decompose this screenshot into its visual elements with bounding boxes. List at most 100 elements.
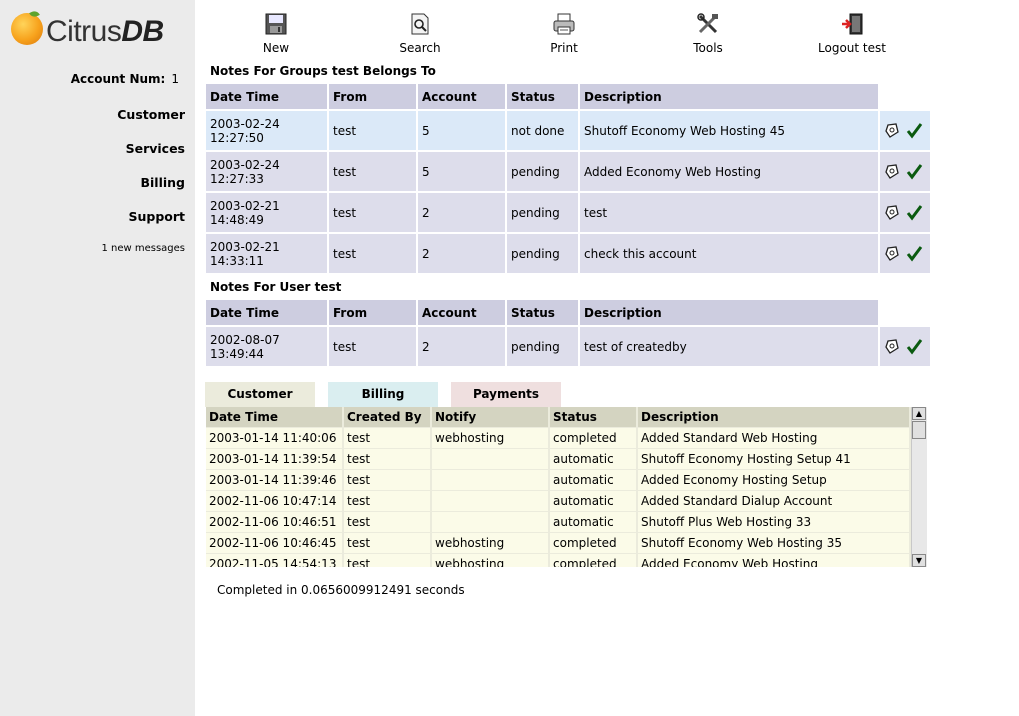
cell-from: test (329, 111, 418, 152)
table-row[interactable]: 2002-11-05 14:54:13 test webhosting comp… (206, 554, 911, 567)
cell-description: Shutoff Economy Hosting Setup 41 (638, 449, 911, 470)
table-row[interactable]: 2002-08-07 13:49:44 test 2 pending test o… (206, 327, 932, 368)
cell-status: pending (507, 234, 580, 275)
history-scrollbar[interactable]: ▲ ▼ (911, 407, 927, 567)
table-row[interactable]: 2003-01-14 11:39:46 test automatic Added… (206, 470, 911, 491)
cell-date-time: 2002-11-06 10:46:51 (206, 512, 344, 533)
customer-history-panel[interactable]: Date Time Created By Notify Status Descr… (206, 407, 926, 567)
table-row[interactable]: 2002-11-06 10:46:45 test webhosting comp… (206, 533, 911, 554)
cell-notify (432, 470, 550, 491)
sidebar-item-billing[interactable]: Billing (140, 175, 185, 190)
new-messages-link[interactable]: 1 new messages (101, 243, 185, 254)
table-row[interactable]: 2003-01-14 11:39:54 test automatic Shuto… (206, 449, 911, 470)
group-notes-title: Notes For Groups test Belongs To (210, 64, 436, 78)
cell-date-time: 2002-11-06 10:46:45 (206, 533, 344, 554)
checkmark-icon[interactable] (906, 163, 923, 180)
magnifier-document-icon (411, 13, 429, 35)
checkmark-icon[interactable] (906, 122, 923, 139)
cell-notify (432, 512, 550, 533)
col-notify: Notify (432, 407, 550, 428)
col-account: Account (418, 300, 507, 327)
table-row[interactable]: 2002-11-06 10:46:51 test automatic Shuto… (206, 512, 911, 533)
col-description: Description (580, 84, 880, 111)
logout-button[interactable]: Logout test (802, 10, 902, 55)
col-account: Account (418, 84, 507, 111)
history-table: Date Time Created By Notify Status Descr… (206, 407, 911, 567)
tab-billing[interactable]: Billing (328, 382, 438, 407)
cell-status: completed (550, 533, 638, 554)
cell-description: Shutoff Economy Web Hosting 35 (638, 533, 911, 554)
cell-description: check this account (580, 234, 880, 275)
table-row[interactable]: 2002-11-06 10:47:14 test automatic Added… (206, 491, 911, 512)
table-row[interactable]: 2003-01-14 11:40:06 test webhosting comp… (206, 428, 911, 449)
edit-note-icon[interactable] (884, 163, 901, 180)
logout-label: Logout test (818, 41, 886, 55)
cell-description: Shutoff Economy Web Hosting 45 (580, 111, 880, 152)
tab-payments[interactable]: Payments (451, 382, 561, 407)
cell-from: test (329, 152, 418, 193)
edit-note-icon[interactable] (884, 204, 901, 221)
table-row[interactable]: 2003-02-24 12:27:33 test 5 pending Added … (206, 152, 932, 193)
checkmark-icon[interactable] (906, 338, 923, 355)
new-button[interactable]: New (226, 10, 326, 55)
edit-note-icon[interactable] (884, 122, 901, 139)
sidebar-item-services[interactable]: Services (126, 141, 185, 156)
tools-icon (697, 13, 718, 34)
row-actions (880, 152, 932, 193)
table-row[interactable]: 2003-02-21 14:33:11 test 2 pending check … (206, 234, 932, 275)
cell-date-time: 2003-01-14 11:39:46 (206, 470, 344, 491)
cell-notify (432, 491, 550, 512)
checkmark-icon[interactable] (906, 245, 923, 262)
tools-button[interactable]: Tools (658, 10, 758, 55)
print-label: Print (550, 41, 578, 55)
checkmark-icon[interactable] (906, 204, 923, 221)
sidebar-item-support[interactable]: Support (128, 209, 185, 224)
sidebar: CitrusDB Account Num: 1 Customer Services… (0, 0, 195, 716)
tab-customer[interactable]: Customer (205, 382, 315, 407)
table-header-row: Date Time From Account Status Descriptio… (206, 300, 932, 327)
table-row[interactable]: 2003-02-24 12:27:50 test 5 not done Shuto… (206, 111, 932, 152)
table-row[interactable]: 2003-02-21 14:48:49 test 2 pending test (206, 193, 932, 234)
col-status: Status (550, 407, 638, 428)
logo-text-bold: DB (121, 15, 164, 48)
search-button[interactable]: Search (370, 10, 470, 55)
cell-date-time: 2003-01-14 11:39:54 (206, 449, 344, 470)
cell-from: test (329, 193, 418, 234)
search-label: Search (399, 41, 441, 55)
col-description: Description (638, 407, 911, 428)
cell-description: Shutoff Plus Web Hosting 33 (638, 512, 911, 533)
cell-from: test (329, 327, 418, 368)
col-status: Status (507, 300, 580, 327)
col-date-time: Date Time (206, 300, 329, 327)
cell-status: completed (550, 428, 638, 449)
cell-date-time: 2003-02-24 12:27:50 (206, 111, 329, 152)
sidebar-item-customer[interactable]: Customer (117, 107, 185, 122)
citrusdb-logo[interactable]: CitrusDB (11, 9, 186, 51)
edit-note-icon[interactable] (884, 338, 901, 355)
cell-created-by: test (344, 533, 432, 554)
table-header-row: Date Time From Account Status Descriptio… (206, 84, 932, 111)
scrollbar-thumb[interactable] (912, 421, 926, 439)
cell-description: Added Economy Web Hosting (580, 152, 880, 193)
account-number: Account Num: 1 (71, 72, 179, 86)
scroll-up-icon[interactable]: ▲ (912, 407, 926, 420)
cell-created-by: test (344, 470, 432, 491)
print-button[interactable]: Print (514, 10, 614, 55)
cell-status: not done (507, 111, 580, 152)
completion-time: Completed in 0.0656009912491 seconds (217, 583, 465, 597)
logout-door-icon (842, 13, 863, 35)
col-created-by: Created By (344, 407, 432, 428)
cell-date-time: 2003-01-14 11:40:06 (206, 428, 344, 449)
cell-status: automatic (550, 449, 638, 470)
edit-note-icon[interactable] (884, 245, 901, 262)
cell-description: test (580, 193, 880, 234)
scroll-down-icon[interactable]: ▼ (912, 554, 926, 567)
cell-description: Added Economy Web Hosting (638, 554, 911, 567)
tools-label: Tools (693, 41, 723, 55)
cell-created-by: test (344, 449, 432, 470)
account-label: Account Num: (70, 72, 166, 86)
cell-notify: webhosting (432, 533, 550, 554)
cell-status: automatic (550, 470, 638, 491)
cell-created-by: test (344, 491, 432, 512)
cell-notify (432, 449, 550, 470)
